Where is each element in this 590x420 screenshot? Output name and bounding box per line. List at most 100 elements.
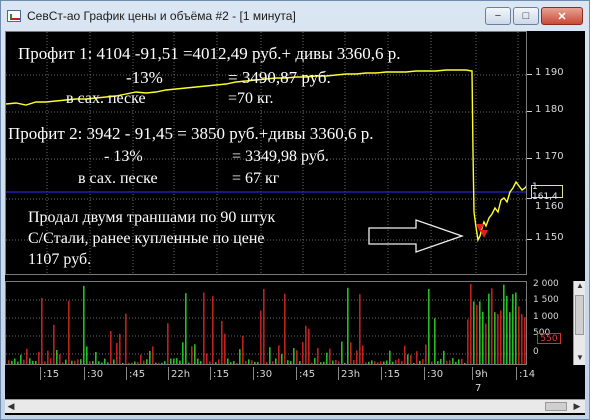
- volume-bar: [392, 361, 394, 364]
- close-button[interactable]: ✕: [541, 7, 583, 25]
- maximize-button[interactable]: □: [513, 7, 539, 25]
- volume-bar: [35, 360, 37, 364]
- volume-bar: [143, 360, 145, 364]
- volume-bar: [173, 358, 175, 364]
- volume-bar: [239, 349, 241, 364]
- volume-bar: [365, 362, 367, 364]
- volume-bar: [497, 314, 499, 364]
- volume-bar: [50, 358, 52, 364]
- volume-bar: [350, 342, 352, 364]
- time-tick-mark: [472, 367, 473, 380]
- volume-bar: [509, 312, 511, 364]
- volume-bar: [179, 360, 181, 364]
- volume-bar: [347, 287, 349, 364]
- time-tick-mark: [296, 367, 297, 380]
- volume-bar: [380, 361, 382, 364]
- volume-bar: [29, 358, 31, 364]
- volume-bar: [272, 361, 274, 364]
- volume-bar: [524, 317, 526, 364]
- volume-bar: [125, 313, 127, 364]
- time-tick-mark: [84, 367, 85, 380]
- volume-bar: [311, 362, 313, 364]
- volume-bar: [473, 301, 475, 364]
- time-label: :30: [256, 369, 273, 380]
- volume-bar: [194, 344, 196, 364]
- time-tick-mark: [338, 367, 339, 380]
- volume-bar: [422, 359, 424, 364]
- volume-bar: [521, 313, 523, 364]
- scroll-down-icon[interactable]: ▼: [575, 353, 585, 364]
- volume-bar: [362, 345, 364, 364]
- volume-plot[interactable]: [5, 281, 527, 365]
- volume-bar: [134, 361, 136, 364]
- volume-bar: [131, 362, 133, 364]
- volume-bar: [257, 361, 259, 364]
- volume-bar: [119, 333, 121, 364]
- time-sub-label: 7: [475, 383, 482, 394]
- minimize-button[interactable]: −: [485, 7, 511, 25]
- volume-bar: [356, 350, 358, 364]
- sold-note-line1: Продал двумя траншами по 90 штук: [28, 209, 276, 226]
- horizontal-scrollbar[interactable]: ◀ ▶: [5, 399, 585, 413]
- volume-bar: [404, 345, 406, 364]
- volume-bar: [440, 359, 442, 364]
- volume-tick-1500: 1 500: [533, 295, 559, 305]
- volume-bar: [182, 342, 184, 364]
- volume-bar: [335, 359, 337, 364]
- volume-bar: [77, 359, 79, 364]
- volume-bar: [227, 358, 229, 364]
- volume-scroll-thumb[interactable]: [575, 295, 584, 335]
- title-bar[interactable]: СевСт-ао График цены и объёма #2 - [1 ми…: [1, 1, 589, 31]
- scroll-up-icon[interactable]: ▲: [575, 281, 585, 292]
- volume-bar: [65, 359, 67, 364]
- volume-bar: [218, 359, 220, 364]
- scroll-right-icon[interactable]: ▶: [571, 400, 583, 413]
- price-panel: Профит 1: 4104 -91,51 =4012,49 руб.+ див…: [5, 31, 585, 279]
- volume-bar: [137, 362, 139, 364]
- volume-bar: [344, 362, 346, 364]
- volume-bar: [83, 285, 85, 364]
- sold-note-line2: С/Стали, ранее купленные по цене: [28, 230, 265, 247]
- volume-bar: [254, 361, 256, 364]
- volume-bar: [281, 354, 283, 364]
- volume-bar: [74, 360, 76, 364]
- volume-bar: [23, 359, 25, 364]
- volume-bar: [188, 362, 190, 364]
- volume-scrollbar[interactable]: ▲ ▼: [573, 281, 585, 365]
- time-label: :30: [87, 369, 104, 380]
- time-label: :15: [43, 369, 60, 380]
- volume-bar: [209, 361, 211, 364]
- volume-bar: [191, 346, 193, 364]
- volume-bar: [314, 358, 316, 364]
- time-tick-mark: [210, 367, 211, 380]
- volume-bar: [296, 350, 298, 364]
- volume-bar: [419, 360, 421, 364]
- horizontal-scroll-thumb[interactable]: [545, 402, 567, 411]
- volume-bar: [17, 361, 19, 364]
- price-plot[interactable]: Профит 1: 4104 -91,51 =4012,49 руб.+ див…: [5, 31, 527, 275]
- profit2-sugar-value: = 67 кг: [232, 170, 280, 187]
- window-title: СевСт-ао График цены и объёма #2 - [1 ми…: [27, 9, 296, 23]
- time-label: 23h: [341, 369, 361, 380]
- volume-bar: [233, 360, 235, 364]
- volume-bar: [407, 354, 409, 364]
- profit1-sugar-value: =70 кг.: [228, 90, 274, 107]
- volume-bar: [251, 360, 253, 364]
- volume-bar: [320, 362, 322, 364]
- volume-bar: [206, 353, 208, 364]
- volume-bar: [14, 358, 16, 364]
- volume-bar: [425, 344, 427, 364]
- profit2-percent: - 13%: [104, 148, 143, 165]
- volume-bar: [32, 360, 34, 364]
- profit1-line1: Профит 1: 4104 -91,51 =4012,49 руб.+ див…: [18, 44, 401, 63]
- volume-bar: [470, 284, 472, 364]
- price-tick-1150: 1 150: [535, 232, 564, 243]
- price-tick-mark: [527, 158, 532, 159]
- scroll-left-icon[interactable]: ◀: [5, 400, 17, 413]
- volume-tick-0: 0: [533, 347, 539, 357]
- volume-bar: [269, 347, 271, 364]
- volume-bar: [431, 361, 433, 364]
- volume-bar: [386, 360, 388, 364]
- volume-bar: [485, 323, 487, 364]
- time-axis: :15:30:45 22h:15:30:45 23h:15:30 9h:14 7: [5, 367, 585, 397]
